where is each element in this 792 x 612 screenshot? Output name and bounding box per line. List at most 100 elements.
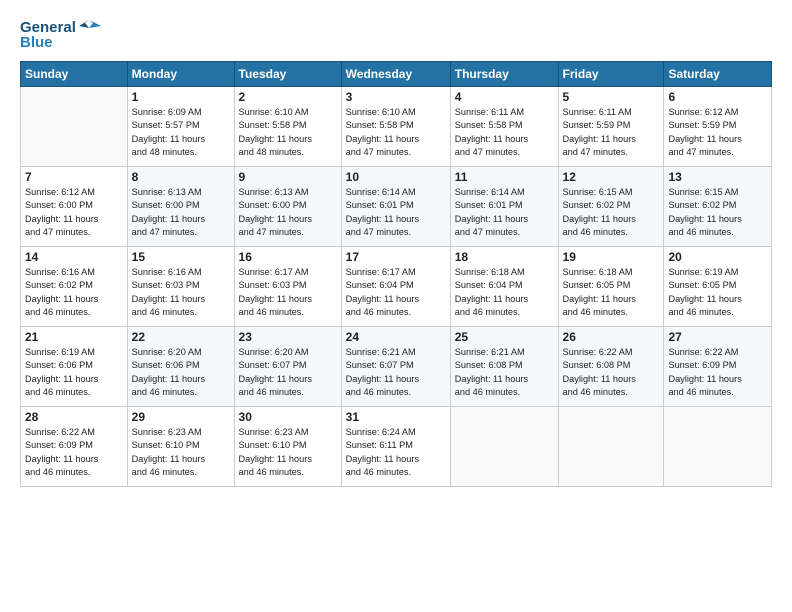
page-header: General Blue xyxy=(20,18,772,51)
day-info: Sunrise: 6:24 AM Sunset: 6:11 PM Dayligh… xyxy=(346,426,446,479)
day-number: 27 xyxy=(668,330,767,344)
calendar-week-1: 1 Sunrise: 6:09 AM Sunset: 5:57 PM Daylig… xyxy=(21,87,772,167)
calendar-cell: 23 Sunrise: 6:20 AM Sunset: 6:07 PM Dayli… xyxy=(234,327,341,407)
day-info: Sunrise: 6:12 AM Sunset: 5:59 PM Dayligh… xyxy=(668,106,767,159)
day-info: Sunrise: 6:19 AM Sunset: 6:06 PM Dayligh… xyxy=(25,346,123,399)
day-info: Sunrise: 6:17 AM Sunset: 6:03 PM Dayligh… xyxy=(239,266,337,319)
calendar-cell xyxy=(664,407,772,487)
calendar-cell: 13Sunrise: 6:15 AM Sunset: 6:02 PM Dayli… xyxy=(664,167,772,247)
calendar-week-4: 21 Sunrise: 6:19 AM Sunset: 6:06 PM Dayli… xyxy=(21,327,772,407)
calendar-cell xyxy=(21,87,128,167)
calendar-week-3: 14 Sunrise: 6:16 AM Sunset: 6:02 PM Dayli… xyxy=(21,247,772,327)
calendar-cell: 3 Sunrise: 6:10 AM Sunset: 5:58 PM Daylig… xyxy=(341,87,450,167)
day-info: Sunrise: 6:22 AM Sunset: 6:08 PM Dayligh… xyxy=(563,346,660,399)
day-number: 24 xyxy=(346,330,446,344)
day-info: Sunrise: 6:20 AM Sunset: 6:07 PM Dayligh… xyxy=(239,346,337,399)
day-number: 3 xyxy=(346,90,446,104)
day-info: Sunrise: 6:15 AM Sunset: 6:02 PM Dayligh… xyxy=(668,186,767,239)
day-number: 28 xyxy=(25,410,123,424)
day-number: 14 xyxy=(25,250,123,264)
day-info: Sunrise: 6:18 AM Sunset: 6:04 PM Dayligh… xyxy=(455,266,554,319)
day-info: Sunrise: 6:21 AM Sunset: 6:08 PM Dayligh… xyxy=(455,346,554,399)
col-header-monday: Monday xyxy=(127,62,234,87)
day-number: 19 xyxy=(563,250,660,264)
calendar-week-5: 28 Sunrise: 6:22 AM Sunset: 6:09 PM Dayli… xyxy=(21,407,772,487)
day-info: Sunrise: 6:09 AM Sunset: 5:57 PM Dayligh… xyxy=(132,106,230,159)
day-info: Sunrise: 6:23 AM Sunset: 6:10 PM Dayligh… xyxy=(132,426,230,479)
col-header-saturday: Saturday xyxy=(664,62,772,87)
logo: General Blue xyxy=(20,18,101,51)
calendar-cell: 7 Sunrise: 6:12 AM Sunset: 6:00 PM Daylig… xyxy=(21,167,128,247)
calendar-cell: 27 Sunrise: 6:22 AM Sunset: 6:09 PM Dayli… xyxy=(664,327,772,407)
day-number: 21 xyxy=(25,330,123,344)
calendar-cell: 12 Sunrise: 6:15 AM Sunset: 6:02 PM Dayli… xyxy=(558,167,664,247)
day-info: Sunrise: 6:12 AM Sunset: 6:00 PM Dayligh… xyxy=(25,186,123,239)
day-number: 15 xyxy=(132,250,230,264)
calendar-cell: 19 Sunrise: 6:18 AM Sunset: 6:05 PM Dayli… xyxy=(558,247,664,327)
day-info: Sunrise: 6:11 AM Sunset: 5:59 PM Dayligh… xyxy=(563,106,660,159)
day-info: Sunrise: 6:13 AM Sunset: 6:00 PM Dayligh… xyxy=(239,186,337,239)
calendar-week-2: 7 Sunrise: 6:12 AM Sunset: 6:00 PM Daylig… xyxy=(21,167,772,247)
calendar-cell: 2 Sunrise: 6:10 AM Sunset: 5:58 PM Daylig… xyxy=(234,87,341,167)
day-number: 8 xyxy=(132,170,230,184)
col-header-friday: Friday xyxy=(558,62,664,87)
calendar-header-row: SundayMondayTuesdayWednesdayThursdayFrid… xyxy=(21,62,772,87)
day-number: 16 xyxy=(239,250,337,264)
calendar-cell: 25 Sunrise: 6:21 AM Sunset: 6:08 PM Dayli… xyxy=(450,327,558,407)
calendar-cell: 28 Sunrise: 6:22 AM Sunset: 6:09 PM Dayli… xyxy=(21,407,128,487)
col-header-sunday: Sunday xyxy=(21,62,128,87)
day-number: 4 xyxy=(455,90,554,104)
calendar-cell xyxy=(450,407,558,487)
day-info: Sunrise: 6:19 AM Sunset: 6:05 PM Dayligh… xyxy=(668,266,767,319)
calendar-cell: 1 Sunrise: 6:09 AM Sunset: 5:57 PM Daylig… xyxy=(127,87,234,167)
calendar-cell: 24Sunrise: 6:21 AM Sunset: 6:07 PM Dayli… xyxy=(341,327,450,407)
col-header-wednesday: Wednesday xyxy=(341,62,450,87)
calendar-cell: 31 Sunrise: 6:24 AM Sunset: 6:11 PM Dayli… xyxy=(341,407,450,487)
logo-general: General xyxy=(20,19,76,36)
day-info: Sunrise: 6:16 AM Sunset: 6:02 PM Dayligh… xyxy=(25,266,123,319)
day-info: Sunrise: 6:23 AM Sunset: 6:10 PM Dayligh… xyxy=(239,426,337,479)
day-number: 9 xyxy=(239,170,337,184)
day-number: 1 xyxy=(132,90,230,104)
day-info: Sunrise: 6:18 AM Sunset: 6:05 PM Dayligh… xyxy=(563,266,660,319)
day-info: Sunrise: 6:17 AM Sunset: 6:04 PM Dayligh… xyxy=(346,266,446,319)
calendar-cell: 14 Sunrise: 6:16 AM Sunset: 6:02 PM Dayli… xyxy=(21,247,128,327)
col-header-thursday: Thursday xyxy=(450,62,558,87)
day-info: Sunrise: 6:20 AM Sunset: 6:06 PM Dayligh… xyxy=(132,346,230,399)
calendar-cell: 8 Sunrise: 6:13 AM Sunset: 6:00 PM Daylig… xyxy=(127,167,234,247)
day-info: Sunrise: 6:22 AM Sunset: 6:09 PM Dayligh… xyxy=(668,346,767,399)
calendar-cell: 17 Sunrise: 6:17 AM Sunset: 6:04 PM Dayli… xyxy=(341,247,450,327)
calendar-cell: 6 Sunrise: 6:12 AM Sunset: 5:59 PM Daylig… xyxy=(664,87,772,167)
calendar-cell: 9 Sunrise: 6:13 AM Sunset: 6:00 PM Daylig… xyxy=(234,167,341,247)
day-number: 10 xyxy=(346,170,446,184)
day-number: 25 xyxy=(455,330,554,344)
day-number: 11 xyxy=(455,170,554,184)
calendar-cell: 18Sunrise: 6:18 AM Sunset: 6:04 PM Dayli… xyxy=(450,247,558,327)
day-number: 2 xyxy=(239,90,337,104)
day-info: Sunrise: 6:15 AM Sunset: 6:02 PM Dayligh… xyxy=(563,186,660,239)
day-info: Sunrise: 6:13 AM Sunset: 6:00 PM Dayligh… xyxy=(132,186,230,239)
day-number: 5 xyxy=(563,90,660,104)
calendar-cell: 11 Sunrise: 6:14 AM Sunset: 6:01 PM Dayli… xyxy=(450,167,558,247)
day-info: Sunrise: 6:10 AM Sunset: 5:58 PM Dayligh… xyxy=(346,106,446,159)
calendar-cell xyxy=(558,407,664,487)
col-header-tuesday: Tuesday xyxy=(234,62,341,87)
day-number: 7 xyxy=(25,170,123,184)
day-info: Sunrise: 6:10 AM Sunset: 5:58 PM Dayligh… xyxy=(239,106,337,159)
calendar-cell: 10Sunrise: 6:14 AM Sunset: 6:01 PM Dayli… xyxy=(341,167,450,247)
day-number: 23 xyxy=(239,330,337,344)
day-number: 29 xyxy=(132,410,230,424)
day-info: Sunrise: 6:16 AM Sunset: 6:03 PM Dayligh… xyxy=(132,266,230,319)
day-number: 6 xyxy=(668,90,767,104)
day-number: 17 xyxy=(346,250,446,264)
calendar-cell: 26 Sunrise: 6:22 AM Sunset: 6:08 PM Dayli… xyxy=(558,327,664,407)
day-info: Sunrise: 6:14 AM Sunset: 6:01 PM Dayligh… xyxy=(455,186,554,239)
day-info: Sunrise: 6:22 AM Sunset: 6:09 PM Dayligh… xyxy=(25,426,123,479)
day-number: 30 xyxy=(239,410,337,424)
day-info: Sunrise: 6:11 AM Sunset: 5:58 PM Dayligh… xyxy=(455,106,554,159)
day-number: 31 xyxy=(346,410,446,424)
calendar-cell: 22Sunrise: 6:20 AM Sunset: 6:06 PM Dayli… xyxy=(127,327,234,407)
calendar-cell: 16 Sunrise: 6:17 AM Sunset: 6:03 PM Dayli… xyxy=(234,247,341,327)
day-number: 26 xyxy=(563,330,660,344)
day-number: 12 xyxy=(563,170,660,184)
